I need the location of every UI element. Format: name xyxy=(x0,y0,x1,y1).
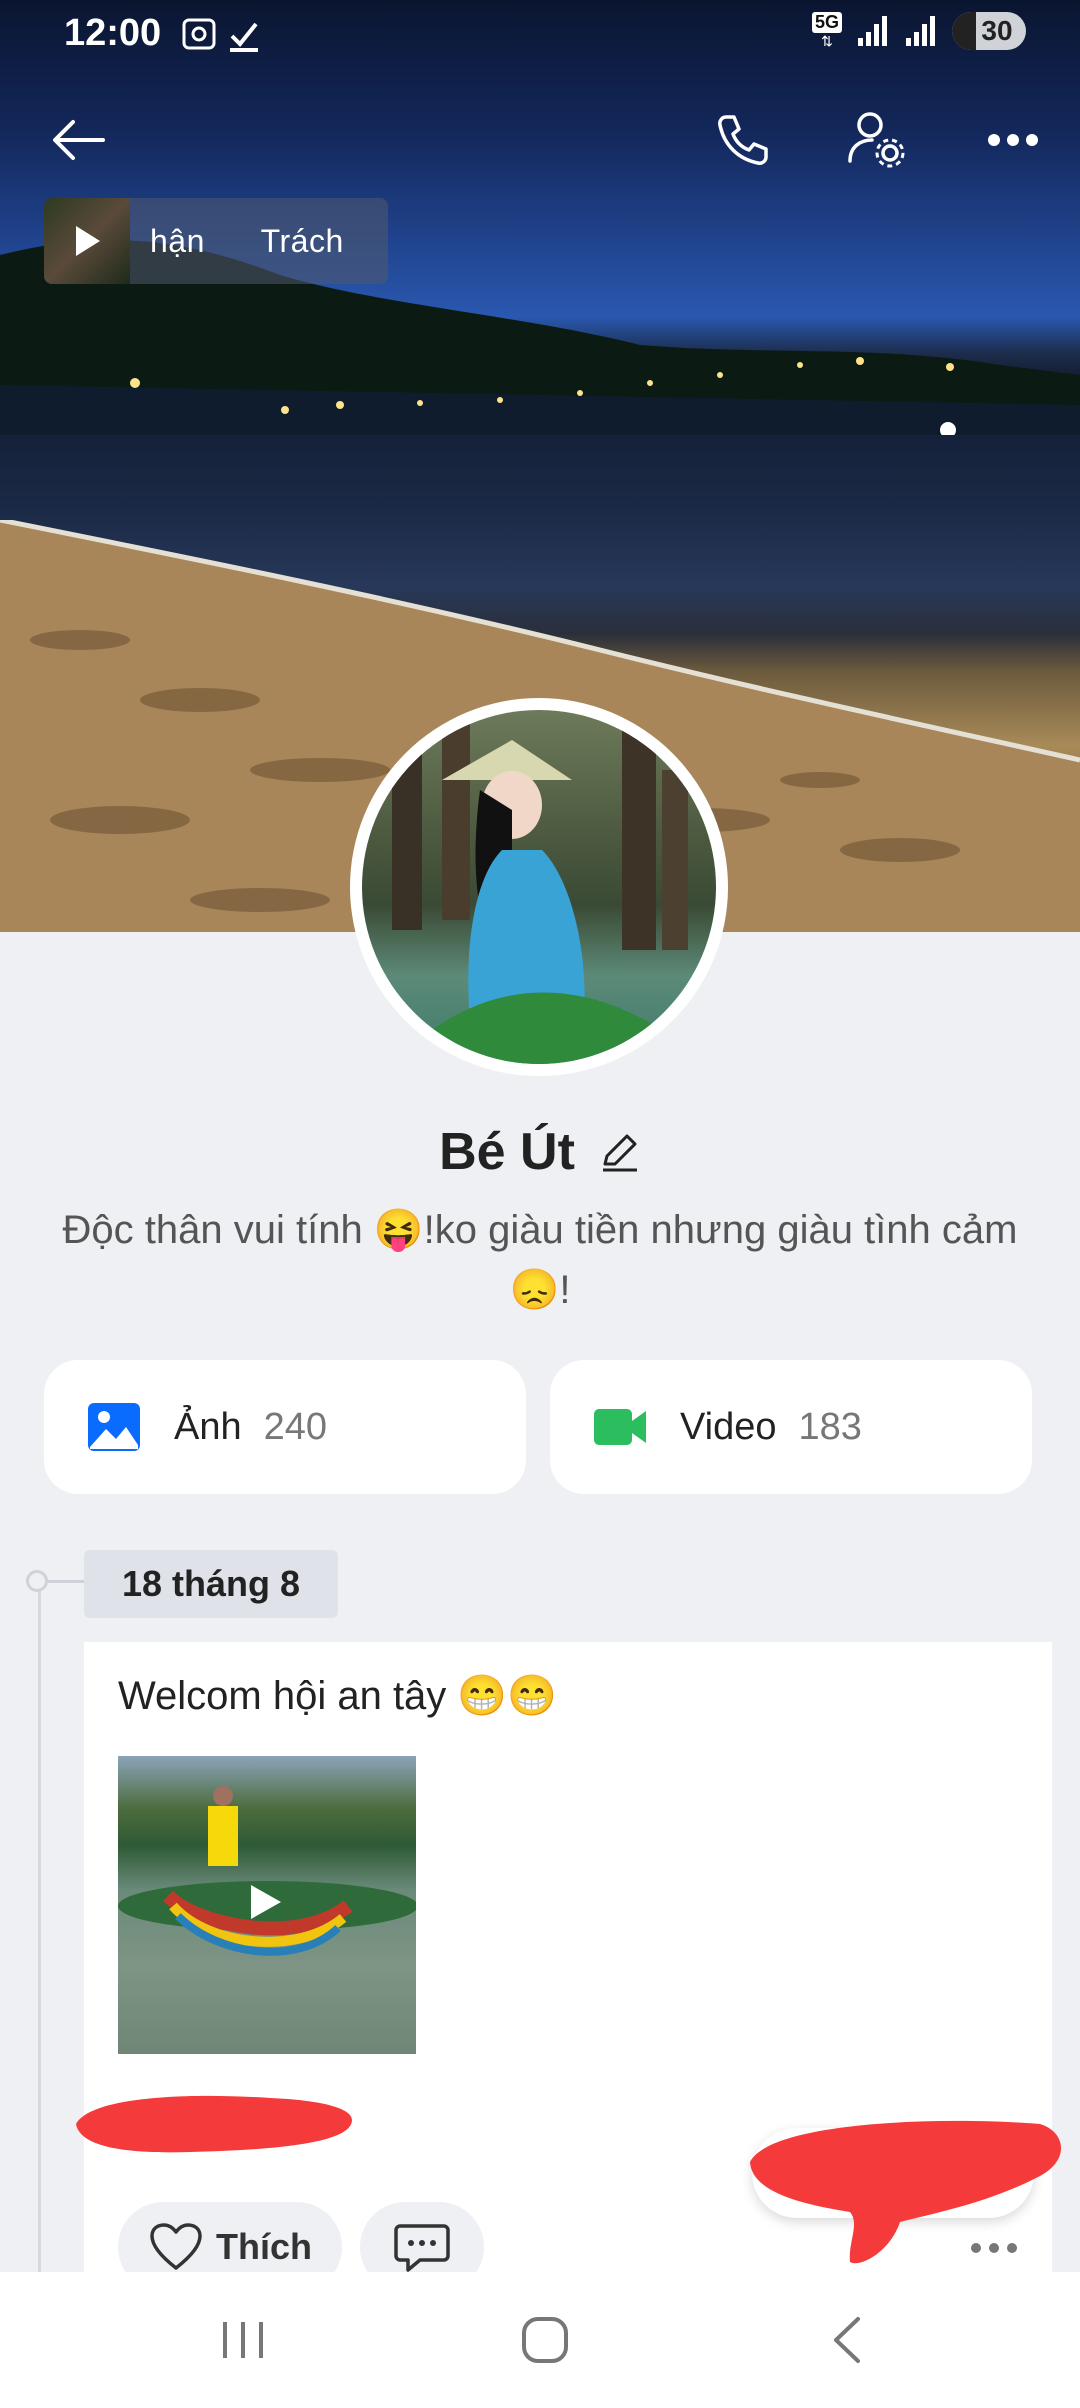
photo-icon xyxy=(88,1403,140,1451)
profile-name: Bé Út xyxy=(439,1123,575,1181)
videos-count: 183 xyxy=(798,1405,862,1448)
profile-name-row: Bé Út xyxy=(0,1122,1080,1182)
top-navigation xyxy=(0,90,1080,190)
back-arrow-icon xyxy=(53,120,105,160)
redaction-scribble-left xyxy=(76,2095,352,2153)
like-label: Thích xyxy=(216,2226,312,2267)
heart-icon xyxy=(150,2223,202,2270)
user-settings-icon xyxy=(848,112,905,168)
profile-bio: Độc thân vui tính 😝!ko giàu tiền nhưng g… xyxy=(62,1208,1018,1312)
home-button[interactable] xyxy=(500,2310,590,2370)
more-dots-icon xyxy=(988,134,1038,146)
play-icon xyxy=(251,1885,281,1919)
call-button[interactable] xyxy=(708,105,778,175)
battery-icon: 30 xyxy=(952,12,1026,50)
screenshot-check-icons xyxy=(182,18,258,52)
signal-icon xyxy=(858,16,887,46)
post-video-thumbnail[interactable] xyxy=(118,1756,416,2054)
comment-icon xyxy=(394,2224,450,2272)
status-time: 12:00 xyxy=(64,12,162,54)
photos-card[interactable]: Ảnh 240 xyxy=(44,1360,526,1494)
recent-apps-icon xyxy=(223,2322,263,2358)
back-button[interactable] xyxy=(44,105,114,175)
profile-music-chip[interactable]: hận Trách xyxy=(44,198,388,284)
phone-icon xyxy=(718,115,768,165)
music-title: hận Trách xyxy=(150,222,344,259)
avatar[interactable] xyxy=(350,698,728,1076)
home-icon xyxy=(522,2317,568,2363)
redaction-scribble-right xyxy=(750,2120,1062,2264)
timeline-connector xyxy=(48,1580,84,1583)
photos-count: 240 xyxy=(263,1405,328,1448)
back-chevron-icon xyxy=(834,2317,860,2363)
timeline-line xyxy=(38,1580,41,2280)
post-date: 18 tháng 8 xyxy=(84,1550,338,1618)
more-options-button[interactable] xyxy=(978,105,1048,175)
profile-settings-button[interactable] xyxy=(842,105,912,175)
avatar-photo xyxy=(362,710,716,1064)
timeline-dot xyxy=(26,1570,48,1592)
system-back-button[interactable] xyxy=(802,2310,892,2370)
status-bar: 12:00 5G ⇅ 30 xyxy=(0,0,1080,72)
play-icon xyxy=(76,226,100,256)
edit-pencil-icon[interactable] xyxy=(597,1130,641,1174)
music-thumbnail xyxy=(44,198,130,284)
system-navigation-bar xyxy=(0,2272,1080,2408)
signal-2-icon xyxy=(906,16,935,46)
network-5g-icon: 5G ⇅ xyxy=(811,12,842,50)
photos-label: Ảnh xyxy=(174,1405,242,1448)
video-camera-icon xyxy=(594,1409,646,1445)
post-text: Welcom hội an tây 😁😁 xyxy=(118,1674,558,1718)
videos-label: Video xyxy=(680,1405,777,1448)
recent-apps-button[interactable] xyxy=(198,2310,288,2370)
videos-card[interactable]: Video 183 xyxy=(550,1360,1032,1494)
